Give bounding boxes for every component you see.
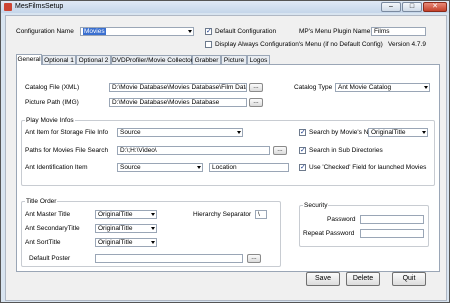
sort-title-combo[interactable]: OriginalTitle bbox=[95, 238, 157, 247]
default-config-checkbox[interactable] bbox=[205, 27, 212, 35]
ant-item-storage-value: Source bbox=[120, 129, 141, 136]
title-order-title: Title Order bbox=[25, 198, 58, 205]
ant-identification-label: Ant Identification Item bbox=[25, 164, 88, 171]
display-always-label: Display Always Configuration's Menu (if … bbox=[215, 41, 383, 48]
save-button[interactable]: Save bbox=[306, 272, 340, 286]
catalog-type-value: Ant Movie Catalog bbox=[338, 84, 392, 91]
ant-identification-field[interactable]: Location bbox=[209, 163, 289, 172]
search-subdirs-label: Search in Sub Directories bbox=[309, 147, 383, 154]
browse-catalog-button[interactable]: ... bbox=[249, 83, 263, 92]
ant-identification-combo[interactable]: Source bbox=[117, 163, 203, 172]
master-title-combo[interactable]: OriginalTitle bbox=[95, 210, 157, 219]
paths-search-field[interactable]: D:\;H:\Video\ bbox=[117, 146, 270, 155]
master-title-label: Ant Master Title bbox=[25, 211, 71, 218]
hierarchy-separator-field[interactable]: \ bbox=[255, 210, 267, 219]
version-text: Version 4.7.9 bbox=[388, 41, 426, 48]
config-name-value: Movies bbox=[83, 28, 106, 35]
use-checked-checkbox[interactable] bbox=[299, 163, 306, 171]
window-title: MesFilmsSetup bbox=[15, 3, 64, 10]
client-area: Configuration Name Movies Default Config… bbox=[5, 15, 447, 301]
plugin-name-label: MP's Menu Plugin Name bbox=[299, 28, 371, 35]
browse-paths-button[interactable]: ... bbox=[273, 146, 287, 155]
search-subdirs-checkbox[interactable] bbox=[299, 146, 306, 154]
play-movie-infos-title: Play Movie Infos bbox=[25, 117, 75, 124]
master-title-value: OriginalTitle bbox=[98, 211, 133, 218]
app-icon bbox=[4, 3, 12, 11]
hierarchy-separator-label: Hierarchy Separator bbox=[193, 211, 252, 218]
chevron-down-icon bbox=[151, 227, 155, 230]
default-config-label: Default Configuration bbox=[215, 28, 277, 35]
default-poster-field[interactable] bbox=[95, 254, 243, 263]
use-checked-label: Use 'Checked' Field for launched Movies bbox=[309, 164, 427, 171]
chevron-down-icon bbox=[188, 30, 192, 33]
catalog-file-field[interactable]: D:\Movie Database\Movies Database\Film D… bbox=[109, 83, 247, 92]
ant-item-storage-label: Ant Item for Storage File Info bbox=[25, 129, 109, 136]
chevron-down-icon bbox=[237, 131, 241, 134]
close-button[interactable]: ✕ bbox=[423, 2, 447, 12]
sort-title-label: Ant SortTitle bbox=[25, 239, 61, 246]
sort-title-value: OriginalTitle bbox=[98, 239, 133, 246]
chevron-down-icon bbox=[197, 166, 201, 169]
security-group bbox=[299, 205, 429, 247]
general-tab-panel: Catalog File (XML) D:\Movie Database\Mov… bbox=[16, 64, 440, 272]
delete-button[interactable]: Delete bbox=[346, 272, 380, 286]
maximize-button[interactable]: □ bbox=[402, 2, 422, 12]
chevron-down-icon bbox=[422, 131, 426, 134]
search-by-name-checkbox[interactable] bbox=[299, 128, 306, 136]
ant-item-storage-combo[interactable]: Source bbox=[117, 128, 243, 137]
title-bar[interactable]: MesFilmsSetup – □ ✕ bbox=[1, 1, 449, 13]
chevron-down-icon bbox=[151, 241, 155, 244]
chevron-down-icon bbox=[424, 86, 428, 89]
ant-identification-value: Source bbox=[120, 164, 141, 171]
search-by-name-combo[interactable]: OriginalTitle bbox=[368, 128, 428, 137]
secondary-title-value: OriginalTitle bbox=[98, 225, 133, 232]
config-name-combo[interactable]: Movies bbox=[80, 27, 194, 36]
quit-button[interactable]: Quit bbox=[392, 272, 426, 286]
paths-search-label: Paths for Movies File Search bbox=[25, 147, 109, 154]
security-title: Security bbox=[303, 202, 329, 209]
password-field[interactable] bbox=[360, 215, 424, 224]
config-name-label: Configuration Name bbox=[16, 28, 74, 35]
catalog-type-label: Catalog Type bbox=[294, 84, 333, 91]
minimize-button[interactable]: – bbox=[381, 2, 401, 12]
password-label: Password bbox=[327, 216, 356, 223]
picture-path-label: Picture Path (IMG) bbox=[25, 99, 79, 106]
picture-path-field[interactable]: D:\Movie Database\Movies Database bbox=[109, 98, 247, 107]
repeat-password-field[interactable] bbox=[360, 229, 424, 238]
setup-window: MesFilmsSetup – □ ✕ Configuration Name M… bbox=[0, 0, 450, 303]
secondary-title-combo[interactable]: OriginalTitle bbox=[95, 224, 157, 233]
browse-poster-button[interactable]: ... bbox=[247, 254, 261, 263]
default-poster-label: Default Poster bbox=[29, 255, 71, 262]
chevron-down-icon bbox=[151, 213, 155, 216]
browse-picture-button[interactable]: ... bbox=[249, 98, 263, 107]
catalog-file-label: Catalog File (XML) bbox=[25, 84, 80, 91]
display-always-checkbox[interactable] bbox=[205, 41, 212, 48]
tab-general[interactable]: General bbox=[16, 54, 42, 65]
search-by-name-value: OriginalTitle bbox=[371, 129, 406, 136]
repeat-password-label: Repeat Password bbox=[303, 230, 355, 237]
secondary-title-label: Ant SecondaryTitle bbox=[25, 225, 80, 232]
plugin-name-field[interactable]: Films bbox=[371, 27, 426, 36]
catalog-type-combo[interactable]: Ant Movie Catalog bbox=[335, 83, 430, 92]
